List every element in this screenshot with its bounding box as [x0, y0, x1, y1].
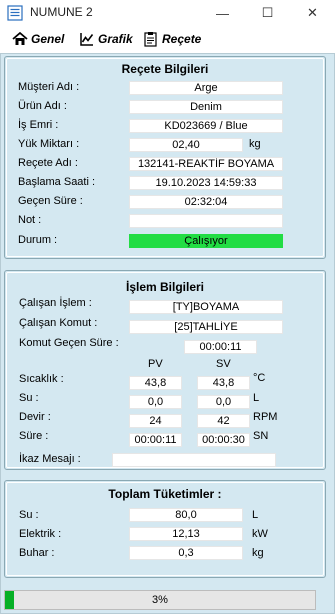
urun-label: Ürün Adı :: [18, 100, 67, 112]
recete-adi-field: 132141-REAKTİF BOYAMA: [129, 157, 283, 171]
calisan-komut-field: [25]TAHLİYE: [129, 320, 283, 334]
durum-status: Çalışıyor: [129, 234, 283, 248]
sicaklik-sv-field: 43,8: [197, 376, 250, 390]
minimize-button[interactable]: —: [200, 0, 245, 26]
calisan-komut-label: Çalışan Komut :: [19, 317, 98, 329]
gecen-sure-field: 02:32:04: [129, 195, 283, 209]
minimize-icon: —: [216, 5, 229, 21]
yuk-miktari-field: 02,40: [129, 138, 243, 152]
baslama-saati-field: 19.10.2023 14:59:33: [129, 176, 283, 190]
yuk-miktari-unit: kg: [249, 138, 261, 150]
recete-group: Reçete Bilgileri Müşteri Adı : Arge Ürün…: [4, 56, 326, 259]
not-field: [129, 214, 283, 228]
islem-title: İşlem Bilgileri: [125, 280, 205, 294]
grafik-label: Grafik: [98, 32, 133, 46]
recete-adi-label: Reçete Adı :: [18, 157, 78, 169]
musteri-field: Arge: [129, 81, 283, 95]
sicaklik-unit: °C: [253, 372, 266, 384]
su-label: Su :: [19, 392, 39, 404]
komut-gecen-sure-field: 00:00:11: [184, 340, 257, 354]
sicaklik-label: Sıcaklık :: [19, 373, 64, 385]
su-pv-field: 0,0: [129, 395, 182, 409]
chart-icon: [80, 33, 94, 46]
maximize-icon: ☐: [261, 5, 274, 20]
devir-sv-field: 42: [197, 414, 250, 428]
progress-text: 3%: [152, 594, 168, 606]
devir-pv-field: 24: [129, 414, 182, 428]
su-sv-field: 0,0: [197, 395, 250, 409]
yuk-miktari-label: Yük Miktarı :: [18, 138, 80, 150]
title-bar: NUMUNE 2 — ☐ ✕: [0, 0, 335, 26]
tuketim-elektrik-field: 12,13: [129, 527, 243, 541]
su-unit: L: [253, 392, 260, 404]
not-label: Not :: [18, 214, 42, 226]
recipe-icon: [144, 32, 157, 47]
calisan-islem-field: [TY]BOYAMA: [129, 300, 283, 314]
close-button[interactable]: ✕: [290, 0, 335, 26]
ikaz-label: İkaz Mesajı :: [19, 453, 81, 465]
recete-label: Reçete: [162, 32, 202, 46]
recete-button[interactable]: Reçete: [143, 30, 201, 48]
maximize-button[interactable]: ☐: [245, 0, 290, 26]
recete-title: Reçete Bilgileri: [121, 62, 209, 76]
sv-header: SV: [216, 358, 231, 370]
window-title: NUMUNE 2: [30, 5, 93, 19]
is-emri-field: KD023669 / Blue: [129, 119, 283, 133]
genel-button[interactable]: Genel: [12, 30, 64, 48]
urun-field: Denim: [129, 100, 283, 114]
tuketim-title: Toplam Tüketimler :: [108, 487, 222, 501]
devir-unit: RPM: [253, 411, 278, 423]
home-icon: [12, 31, 28, 45]
calisan-islem-label: Çalışan İşlem :: [19, 297, 92, 309]
sure-pv-field: 00:00:11: [129, 433, 182, 447]
close-icon: ✕: [307, 5, 318, 20]
tuketim-buhar-field: 0,3: [129, 546, 243, 560]
genel-label: Genel: [31, 32, 65, 46]
baslama-saati-label: Başlama Saati :: [18, 176, 96, 188]
pv-header: PV: [148, 358, 163, 370]
progress-bar: 3%: [4, 590, 316, 610]
tuketim-su-label: Su :: [19, 509, 39, 521]
sure-unit: SN: [253, 430, 269, 442]
devir-label: Devir :: [19, 411, 51, 423]
musteri-label: Müşteri Adı :: [18, 81, 80, 93]
tuketim-su-unit: L: [252, 509, 259, 521]
tuketim-elektrik-unit: kW: [252, 528, 268, 540]
tuketim-elektrik-label: Elektrik :: [19, 528, 62, 540]
grafik-button[interactable]: Grafik: [79, 30, 133, 48]
tuketim-group: Toplam Tüketimler : Su : 80,0 L Elektrik…: [4, 480, 326, 578]
islem-group: İşlem Bilgileri Çalışan İşlem : [TY]BOYA…: [4, 270, 326, 470]
tuketim-buhar-label: Buhar :: [19, 547, 55, 559]
gecen-sure-label: Geçen Süre :: [18, 195, 83, 207]
durum-label: Durum :: [18, 234, 58, 246]
tuketim-su-field: 80,0: [129, 508, 243, 522]
is-emri-label: İş Emri :: [18, 119, 59, 131]
tuketim-buhar-unit: kg: [252, 547, 264, 559]
sure-sv-field: 00:00:30: [197, 433, 250, 447]
sicaklik-pv-field: 43,8: [129, 376, 182, 390]
app-icon: [7, 5, 23, 21]
komut-gecen-sure-label: Komut Geçen Süre :: [19, 337, 119, 349]
toolbar: Genel Grafik Reçete: [0, 28, 335, 50]
ikaz-field: [112, 453, 276, 467]
sure-label: Süre :: [19, 430, 49, 442]
